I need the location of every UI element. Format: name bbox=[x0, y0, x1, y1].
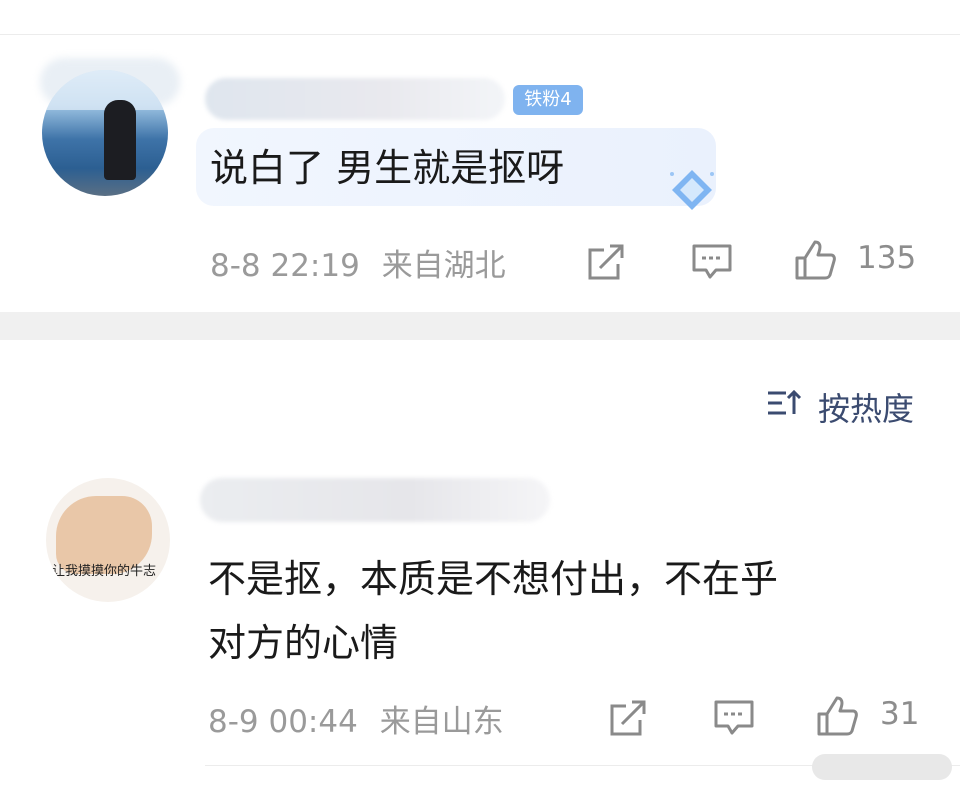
blurred-username[interactable] bbox=[205, 78, 505, 120]
comment-date: 8-9 00:44 bbox=[208, 704, 358, 740]
avatar[interactable] bbox=[42, 70, 168, 196]
like-icon[interactable] bbox=[793, 238, 837, 282]
comment-text-line: 不是抠，本质是不想付出，不在乎 bbox=[208, 557, 779, 601]
sort-toggle[interactable]: 按热度 bbox=[766, 384, 914, 428]
diamond-icon bbox=[670, 170, 714, 210]
comment-meta: 8-9 00:44 来自山东 bbox=[208, 696, 504, 741]
comment-meta: 8-8 22:19 来自湖北 bbox=[210, 240, 506, 285]
share-icon[interactable] bbox=[584, 240, 628, 284]
like-count: 135 bbox=[857, 240, 917, 276]
comment-location: 来自湖北 bbox=[381, 248, 506, 284]
fan-badge[interactable]: 铁粉4 bbox=[513, 85, 583, 115]
avatar-caption: 让我摸摸你的牛志 bbox=[52, 564, 157, 579]
avatar[interactable]: 让我摸摸你的牛志 bbox=[46, 478, 170, 602]
avatar-figure bbox=[104, 100, 136, 180]
like-icon[interactable] bbox=[815, 694, 859, 738]
watermark-pill bbox=[812, 754, 952, 780]
comment-date: 8-8 22:19 bbox=[210, 248, 360, 284]
share-icon[interactable] bbox=[606, 696, 650, 740]
sort-label: 按热度 bbox=[818, 390, 915, 428]
comment-text: 说白了 男生就是抠呀 bbox=[210, 146, 565, 190]
comment-text-line: 对方的心情 bbox=[208, 621, 399, 665]
comment-location: 来自山东 bbox=[379, 704, 504, 740]
top-divider bbox=[0, 34, 960, 35]
blurred-username[interactable] bbox=[200, 478, 550, 522]
comment-icon[interactable] bbox=[712, 696, 756, 740]
comment-icon[interactable] bbox=[690, 240, 734, 284]
section-gap bbox=[0, 312, 960, 340]
sort-icon bbox=[768, 389, 802, 415]
like-count: 31 bbox=[880, 696, 920, 732]
avatar-haze bbox=[42, 70, 168, 110]
